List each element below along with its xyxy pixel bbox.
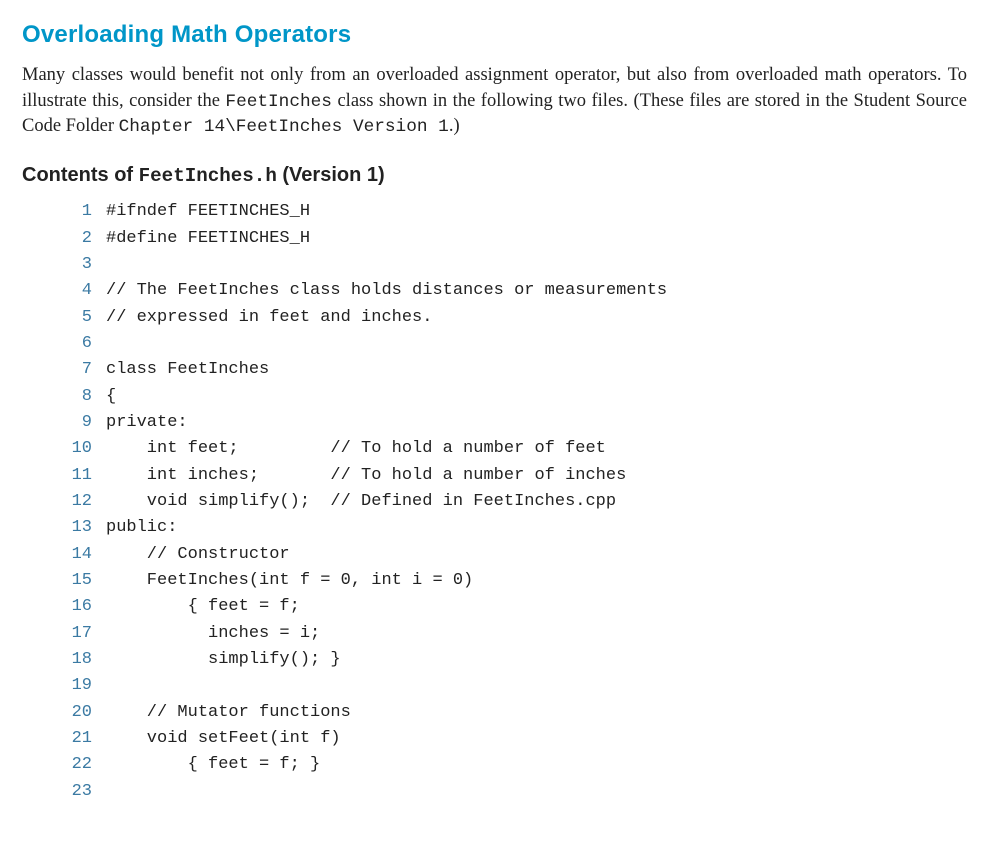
contents-heading: Contents of FeetInches.h (Version 1)	[22, 162, 967, 190]
code-line: 6	[58, 331, 967, 357]
code-line: 1#ifndef FEETINCHES_H	[58, 199, 967, 225]
line-number: 3	[58, 252, 106, 278]
code-line: 11 int inches; // To hold a number of in…	[58, 463, 967, 489]
contents-prefix: Contents of	[22, 164, 139, 186]
line-number: 4	[58, 278, 106, 304]
code-line: 13public:	[58, 515, 967, 541]
line-number: 21	[58, 726, 106, 752]
code-line: 20 // Mutator functions	[58, 700, 967, 726]
inline-code-path: Chapter 14\FeetInches Version 1	[119, 117, 449, 137]
code-line: 18 simplify(); }	[58, 647, 967, 673]
code-text: public:	[106, 515, 177, 541]
code-line: 21 void setFeet(int f)	[58, 726, 967, 752]
line-number: 8	[58, 384, 106, 410]
line-number: 12	[58, 489, 106, 515]
para-text: .)	[449, 116, 460, 136]
code-text: class FeetInches	[106, 357, 269, 383]
line-number: 7	[58, 357, 106, 383]
code-line: 19	[58, 673, 967, 699]
code-text: // expressed in feet and inches.	[106, 305, 432, 331]
code-line: 2#define FEETINCHES_H	[58, 226, 967, 252]
contents-filename: FeetInches.h	[139, 165, 277, 187]
line-number: 18	[58, 647, 106, 673]
line-number: 10	[58, 436, 106, 462]
line-number: 14	[58, 542, 106, 568]
section-title: Overloading Math Operators	[22, 18, 967, 51]
code-line: 17 inches = i;	[58, 621, 967, 647]
code-text: #ifndef FEETINCHES_H	[106, 199, 310, 225]
line-number: 9	[58, 410, 106, 436]
code-text: simplify(); }	[106, 647, 341, 673]
line-number: 16	[58, 594, 106, 620]
line-number: 11	[58, 463, 106, 489]
code-line: 12 void simplify(); // Defined in FeetIn…	[58, 489, 967, 515]
code-text: int inches; // To hold a number of inche…	[106, 463, 626, 489]
line-number: 20	[58, 700, 106, 726]
code-text: private:	[106, 410, 188, 436]
code-line: 5// expressed in feet and inches.	[58, 305, 967, 331]
code-line: 22 { feet = f; }	[58, 752, 967, 778]
line-number: 6	[58, 331, 106, 357]
code-line: 3	[58, 252, 967, 278]
line-number: 5	[58, 305, 106, 331]
code-line: 15 FeetInches(int f = 0, int i = 0)	[58, 568, 967, 594]
line-number: 13	[58, 515, 106, 541]
code-text: void simplify(); // Defined in FeetInche…	[106, 489, 616, 515]
code-line: 7class FeetInches	[58, 357, 967, 383]
code-line: 14 // Constructor	[58, 542, 967, 568]
contents-suffix: (Version 1)	[277, 164, 385, 186]
intro-paragraph: Many classes would benefit not only from…	[22, 63, 967, 140]
code-line: 23	[58, 779, 967, 805]
code-text: #define FEETINCHES_H	[106, 226, 310, 252]
code-text: // The FeetInches class holds distances …	[106, 278, 667, 304]
code-text: // Mutator functions	[106, 700, 351, 726]
code-line: 4// The FeetInches class holds distances…	[58, 278, 967, 304]
code-listing: 1#ifndef FEETINCHES_H2#define FEETINCHES…	[58, 199, 967, 805]
line-number: 15	[58, 568, 106, 594]
code-text: // Constructor	[106, 542, 290, 568]
line-number: 19	[58, 673, 106, 699]
code-text: FeetInches(int f = 0, int i = 0)	[106, 568, 473, 594]
code-text: int feet; // To hold a number of feet	[106, 436, 606, 462]
code-line: 8{	[58, 384, 967, 410]
code-text: void setFeet(int f)	[106, 726, 341, 752]
line-number: 23	[58, 779, 106, 805]
inline-code-feetinches: FeetInches	[225, 92, 332, 112]
code-text: {	[106, 384, 116, 410]
line-number: 17	[58, 621, 106, 647]
code-line: 16 { feet = f;	[58, 594, 967, 620]
code-text: inches = i;	[106, 621, 320, 647]
code-text: { feet = f; }	[106, 752, 320, 778]
line-number: 2	[58, 226, 106, 252]
code-text: { feet = f;	[106, 594, 300, 620]
line-number: 1	[58, 199, 106, 225]
code-line: 10 int feet; // To hold a number of feet	[58, 436, 967, 462]
code-line: 9private:	[58, 410, 967, 436]
line-number: 22	[58, 752, 106, 778]
